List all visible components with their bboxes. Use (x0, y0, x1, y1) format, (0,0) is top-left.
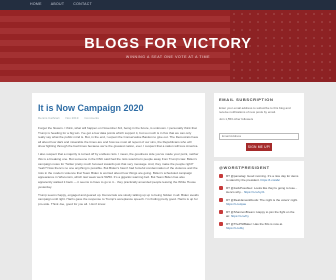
tweet-link[interactable]: https://t.co/rty (231, 214, 249, 218)
post-title[interactable]: It is Now Campaign 2020 (38, 103, 199, 113)
sign-up-button[interactable]: SIGN ME UP! (246, 142, 272, 151)
twitter-icon (219, 174, 223, 178)
tweet-item: RT @pamelag: Good morning. It's a nice d… (219, 174, 299, 182)
site-header-banner: BLOGS FOR VICTORY Winning a seat one vot… (0, 10, 336, 82)
tweet-link[interactable]: https://t.co/xyz1 (244, 190, 265, 194)
tweet-link[interactable]: https://t.co/qwe (226, 202, 246, 206)
tweet-link[interactable]: https://t.co/abc (261, 178, 281, 182)
post-paragraph: Trump seems happy, engaged and geared up… (38, 192, 199, 206)
top-navigation-bar: HOME ABOUT CONTACT (0, 0, 336, 10)
sidebar: EMAIL SUBSCRIPTION Enter your email addr… (214, 93, 304, 280)
widget-description: Enter your email address to subscribe to… (219, 106, 291, 114)
post-author[interactable]: Dennis Cathcart (38, 116, 60, 120)
post-date[interactable]: Nov 2019 (66, 116, 79, 120)
tweet-item: RT @RealJamesWoods: The night is the vot… (219, 198, 299, 206)
twitter-icon (219, 186, 223, 190)
email-subscription-widget: EMAIL SUBSCRIPTION Enter your email addr… (214, 93, 304, 157)
tweet-item: RT @ThePhilBaker: Has the 60s is now at.… (219, 222, 299, 230)
nav-item-home[interactable]: HOME (30, 2, 42, 6)
twitter-widget: @WORSTPRESIDENT RT @pamelag: Good mornin… (214, 160, 304, 238)
tweet-link[interactable]: https://t.co/lkj (226, 226, 244, 230)
post-paragraph: Forget the flowers. I think, what will h… (38, 126, 199, 149)
followers-count: Join 1,553 other followers (219, 117, 254, 121)
tweet-item: RT @JackPosobiec: Looks like they're goi… (219, 186, 299, 194)
site-tagline: Winning a seat one vote at a time (125, 55, 211, 59)
twitter-icon (219, 198, 223, 202)
post-meta: Dennis Cathcart Nov 2019 Comments (38, 116, 199, 120)
widget-heading: @WORSTPRESIDENT (219, 164, 270, 170)
main-content: It is Now Campaign 2020 Dennis Cathcart … (32, 93, 205, 280)
tweet-item: RT @ShannonBream: Happy to join the figh… (219, 210, 299, 218)
twitter-icon (219, 222, 223, 226)
nav-item-contact[interactable]: CONTACT (73, 2, 92, 6)
post-paragraph: I also suspect that a majority is turned… (38, 152, 199, 189)
twitter-icon (219, 210, 223, 214)
widget-heading: EMAIL SUBSCRIPTION (219, 97, 274, 102)
site-title[interactable]: BLOGS FOR VICTORY (0, 36, 336, 52)
post-comments-link[interactable]: Comments (84, 116, 99, 120)
nav-item-about[interactable]: ABOUT (51, 2, 65, 6)
email-field[interactable] (219, 132, 299, 140)
nav-menu: HOME ABOUT CONTACT (30, 2, 92, 6)
